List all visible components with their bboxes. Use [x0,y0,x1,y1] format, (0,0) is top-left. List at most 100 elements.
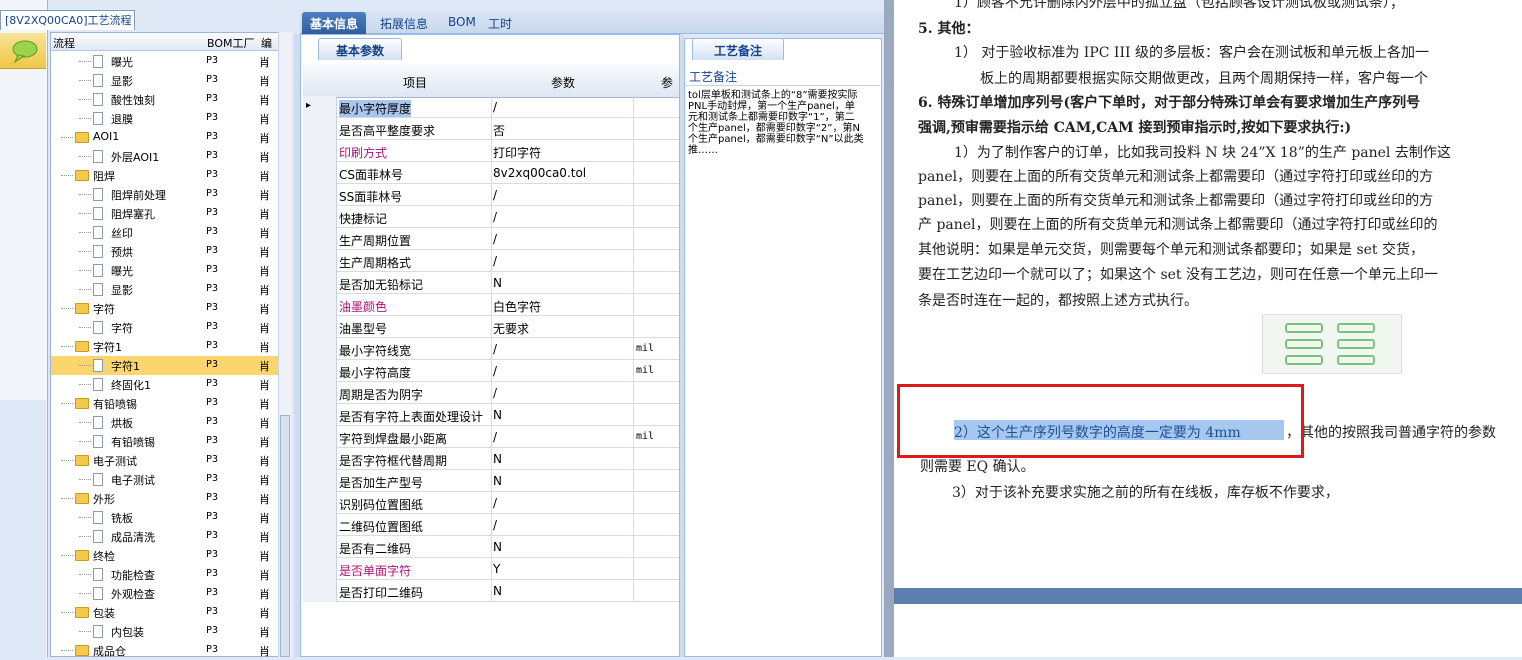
row-indicator[interactable] [303,250,337,272]
row-indicator[interactable] [303,118,337,140]
tree-item[interactable]: 外形 P3 肖 [51,489,281,508]
param-row[interactable]: 是否打印二维码 N [303,580,679,602]
param-value[interactable]: 否 [493,122,505,139]
tree-item[interactable]: 阻焊前处理 P3 肖 [51,185,281,204]
tree-item[interactable]: 电子测试 P3 肖 [51,451,281,470]
row-indicator[interactable] [303,514,337,536]
param-value[interactable]: / [493,210,497,224]
tree-item[interactable]: 电子测试 P3 肖 [51,470,281,489]
param-value[interactable]: N [493,408,502,422]
tree-item[interactable]: 有铅喷锡 P3 肖 [51,394,281,413]
param-row[interactable]: 是否加无铅标记 N [303,272,679,294]
row-indicator[interactable] [303,272,337,294]
row-indicator[interactable] [303,140,337,162]
param-value[interactable]: N [493,474,502,488]
param-value[interactable]: 白色字符 [493,298,541,315]
param-row[interactable]: 最小字符线宽 / mil [303,338,679,360]
param-row[interactable]: 快捷标记 / [303,206,679,228]
param-value[interactable]: N [493,452,502,466]
tree-item[interactable]: 字符 P3 肖 [51,318,281,337]
tree-item[interactable]: 成品仓 P3 肖 [51,641,281,660]
row-indicator[interactable] [303,228,337,250]
param-value[interactable]: / [493,364,497,378]
param-row[interactable]: 二维码位置图纸 / [303,514,679,536]
tab-process-note[interactable]: 工艺备注 [692,38,784,60]
row-indicator[interactable] [303,162,337,184]
tree-item[interactable]: 显影 P3 肖 [51,71,281,90]
tree-item[interactable]: 功能检查 P3 肖 [51,565,281,584]
tree-scroll-thumb[interactable] [280,415,290,657]
param-row[interactable]: 识别码位置图纸 / [303,492,679,514]
param-row[interactable]: 是否有二维码 N [303,536,679,558]
param-value[interactable]: Y [493,562,500,576]
row-indicator[interactable] [303,206,337,228]
param-value[interactable]: N [493,276,502,290]
chat-tab[interactable] [0,33,46,69]
row-indicator[interactable] [303,184,337,206]
param-value[interactable]: / [493,430,497,444]
tree-item[interactable]: 外观检查 P3 肖 [51,584,281,603]
tab-bom[interactable]: BOM [440,12,484,34]
param-row[interactable]: 生产周期格式 / [303,250,679,272]
param-row[interactable]: 周期是否为阴字 / [303,382,679,404]
param-row[interactable]: SS面菲林号 / [303,184,679,206]
param-value[interactable]: 打印字符 [493,144,541,161]
tree-item[interactable]: 丝印 P3 肖 [51,223,281,242]
tree-item[interactable]: 终固化1 P3 肖 [51,375,281,394]
document-page[interactable]: 1）顾客不允许删除内外层中的孤立盘（包括顾客设计测试板或测试条）； 5. 其他：… [894,0,1522,588]
param-row[interactable]: 是否字符框代替周期 N [303,448,679,470]
param-row[interactable]: 油墨颜色 白色字符 [303,294,679,316]
row-indicator[interactable] [303,470,337,492]
row-indicator[interactable] [303,558,337,580]
param-row[interactable]: 是否有字符上表面处理设计 N [303,404,679,426]
row-indicator[interactable] [303,382,337,404]
tree-item[interactable]: 铣板 P3 肖 [51,508,281,527]
tree-item[interactable]: 内包装 P3 肖 [51,622,281,641]
note-text[interactable]: tol层单板和测试条上的“8”需要按实际PNL手动封焊，第一个生产panel，单… [688,90,864,156]
row-indicator[interactable] [303,294,337,316]
document-page-2[interactable] [894,604,1522,657]
row-indicator[interactable] [303,404,337,426]
tree-item[interactable]: AOI1 P3 肖 [51,128,281,147]
param-value[interactable]: N [493,540,502,554]
tree-item[interactable]: 曝光 P3 肖 [51,52,281,71]
tree-item[interactable]: 显影 P3 肖 [51,280,281,299]
tab-work-hours[interactable]: 工时 [480,12,520,34]
tree-item[interactable]: 有铅喷锡 P3 肖 [51,432,281,451]
param-grid[interactable]: 项目 参数 参 ▸ 最小字符厚度 / 是否高平整度要求 否印刷方式 打印字符 CS面菲林号 8… [303,62,679,602]
tree-item[interactable]: 外层AOI1 P3 肖 [51,147,281,166]
param-row[interactable]: 是否高平整度要求 否 [303,118,679,140]
row-indicator[interactable] [303,316,337,338]
param-row[interactable]: 印刷方式 打印字符 [303,140,679,162]
param-value[interactable]: N [493,584,502,598]
param-value[interactable]: / [493,518,497,532]
param-row[interactable]: 是否加生产型号 N [303,470,679,492]
tab-basic-info[interactable]: 基本信息 [302,12,367,34]
param-row[interactable]: 生产周期位置 / [303,228,679,250]
param-value[interactable]: / [493,496,497,510]
tree-item[interactable]: 字符1 P3 肖 [51,337,281,356]
param-value[interactable]: 无要求 [493,320,529,337]
tree-item[interactable]: 阻焊塞孔 P3 肖 [51,204,281,223]
row-indicator[interactable] [303,448,337,470]
tree-item[interactable]: 退膜 P3 肖 [51,109,281,128]
row-indicator[interactable] [303,338,337,360]
tree-item[interactable]: 包装 P3 肖 [51,603,281,622]
param-value[interactable]: / [493,386,497,400]
tree-item[interactable]: 酸性蚀刻 P3 肖 [51,90,281,109]
tree-item[interactable]: 阻焊 P3 肖 [51,166,281,185]
param-value[interactable]: / [493,342,497,356]
tree-title-tab[interactable]: [8V2XQ00CA0]工艺流程 [0,10,135,30]
row-indicator[interactable] [303,492,337,514]
tab-extended-info[interactable]: 拓展信息 [372,12,436,34]
tree-item[interactable]: 终检 P3 肖 [51,546,281,565]
tree-item[interactable]: 烘板 P3 肖 [51,413,281,432]
row-indicator[interactable] [303,360,337,382]
param-row[interactable]: 最小字符高度 / mil [303,360,679,382]
tree-item[interactable]: 字符1 P3 肖 [51,356,281,375]
tab-basic-params[interactable]: 基本参数 [318,38,402,60]
param-row[interactable]: 字符到焊盘最小距离 / mil [303,426,679,448]
tree-item[interactable]: 曝光 P3 肖 [51,261,281,280]
param-row[interactable]: 是否单面字符 Y [303,558,679,580]
param-value[interactable]: / [493,254,497,268]
